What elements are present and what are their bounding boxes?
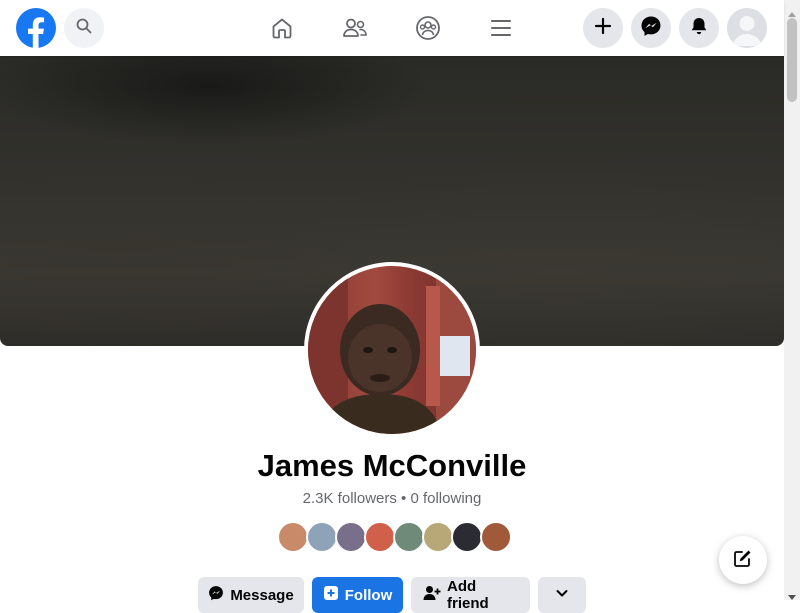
follower-avatar[interactable] bbox=[277, 521, 309, 553]
default-avatar-icon bbox=[727, 8, 767, 48]
follower-avatar[interactable] bbox=[422, 521, 454, 553]
message-button[interactable]: Message bbox=[198, 577, 304, 613]
messenger-icon bbox=[208, 585, 224, 605]
profile-name: James McConville bbox=[257, 448, 527, 483]
scrollbar-thumb[interactable] bbox=[787, 18, 797, 102]
groups-icon[interactable] bbox=[412, 12, 444, 44]
home-icon[interactable] bbox=[266, 12, 298, 44]
follower-avatar[interactable] bbox=[364, 521, 396, 553]
messenger-icon bbox=[640, 15, 662, 42]
facebook-logo-icon[interactable] bbox=[16, 8, 56, 48]
messenger-button[interactable] bbox=[631, 8, 671, 48]
compose-icon bbox=[733, 548, 753, 573]
follow-label: Follow bbox=[344, 586, 393, 604]
scroll-down-icon[interactable] bbox=[788, 588, 796, 606]
create-button[interactable] bbox=[583, 8, 623, 48]
bell-icon bbox=[689, 16, 709, 41]
profile-photo bbox=[308, 266, 476, 434]
plus-icon bbox=[594, 17, 612, 40]
new-message-button[interactable] bbox=[719, 536, 767, 584]
friends-icon[interactable] bbox=[339, 12, 371, 44]
search-icon bbox=[76, 18, 92, 39]
page-scrollbar[interactable] bbox=[784, 0, 800, 600]
follower-avatar[interactable] bbox=[335, 521, 367, 553]
more-options-button[interactable] bbox=[538, 577, 586, 613]
follower-avatar[interactable] bbox=[451, 521, 483, 553]
add-friend-label: Add friend bbox=[447, 578, 489, 612]
follower-avatar[interactable] bbox=[480, 521, 512, 553]
follow-icon bbox=[323, 585, 339, 605]
menu-icon[interactable] bbox=[485, 12, 517, 44]
add-friend-icon bbox=[423, 585, 441, 605]
top-navigation-bar bbox=[0, 0, 784, 56]
account-avatar[interactable] bbox=[727, 8, 767, 48]
notifications-button[interactable] bbox=[679, 8, 719, 48]
follower-avatar[interactable] bbox=[306, 521, 338, 553]
follow-button[interactable]: Follow bbox=[312, 577, 403, 613]
profile-actions: Message Follow Add friend bbox=[198, 577, 586, 613]
add-friend-button[interactable]: Add friend bbox=[411, 577, 530, 613]
search-button[interactable] bbox=[64, 8, 104, 48]
chevron-down-icon bbox=[555, 586, 569, 604]
followers-preview[interactable] bbox=[277, 521, 512, 553]
message-label: Message bbox=[230, 586, 294, 604]
profile-picture[interactable] bbox=[304, 262, 480, 438]
profile-stats[interactable]: 2.3K followers • 0 following bbox=[0, 490, 784, 507]
follower-avatar[interactable] bbox=[393, 521, 425, 553]
